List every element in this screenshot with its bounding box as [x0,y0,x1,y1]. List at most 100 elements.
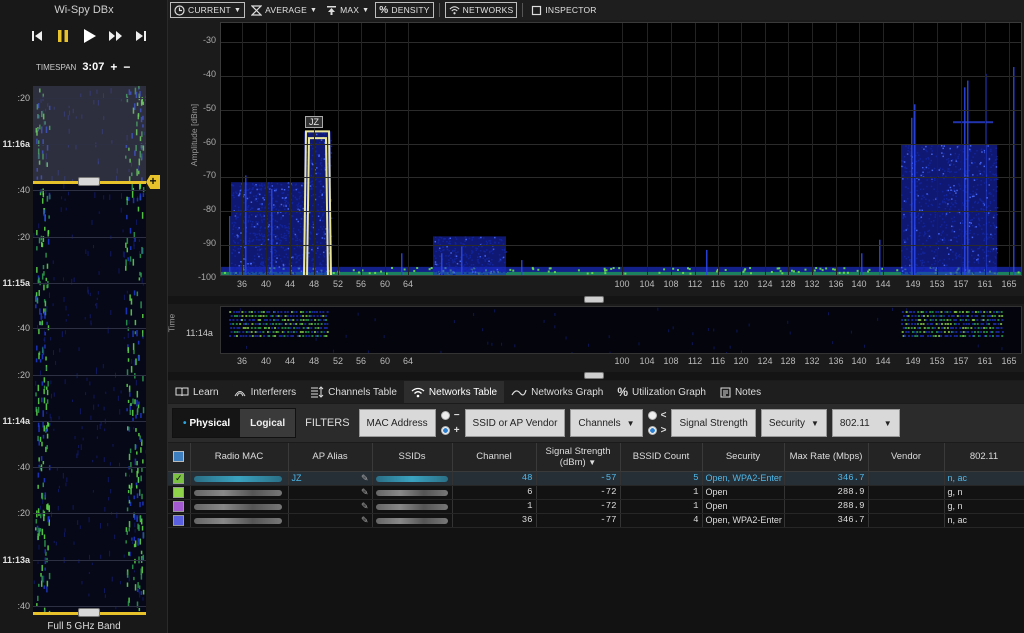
density-button[interactable]: % DENSITY [375,2,434,18]
select-all-checkbox[interactable] [168,443,191,472]
row-checkbox[interactable]: ✓ [168,471,191,486]
add-marker-button[interactable]: + [146,175,160,189]
mac-address-filter[interactable]: MAC Address [358,409,436,437]
waterfall-cell [955,331,958,333]
row-checkbox[interactable] [168,485,191,500]
density-point [969,232,971,235]
density-point [323,234,325,236]
redacted-mac [193,489,282,496]
timespan-decrease-button[interactable]: − [123,60,130,74]
waterfall-cell [935,323,938,325]
col-ssids[interactable]: SSIDs [372,443,453,472]
pencil-icon[interactable]: ✎ [361,515,369,526]
density-point [943,237,946,239]
density-point [448,242,450,245]
waterfall-cell [98,271,100,275]
col-channel[interactable]: Channel [452,443,537,472]
col-ap-alias[interactable]: AP Alias [288,443,373,472]
include-radio[interactable]: + [440,425,460,436]
less-than-radio[interactable]: < [647,410,666,421]
waterfall-cell [45,190,47,195]
checkbox-icon[interactable] [173,514,185,526]
cell-vendor [868,513,945,528]
signal-strength-filter[interactable]: Signal Strength [671,409,756,437]
waterfall-cell [988,335,991,337]
caret-down-icon[interactable]: ▼ [310,7,317,14]
tab-learn[interactable]: Learn [168,381,226,403]
col-max-rate[interactable]: Max Rate (Mbps) [784,443,869,472]
col-vendor[interactable]: Vendor [868,443,945,472]
density-point [320,157,323,160]
standard-dropdown[interactable]: 802.11 ▼ [831,409,900,437]
splitter-handle[interactable] [584,296,604,303]
caret-down-icon[interactable]: ▼ [234,7,241,14]
caret-down-icon[interactable]: ▼ [362,7,369,14]
logical-toggle[interactable]: Logical [240,409,296,437]
waterfall-cell [248,315,251,317]
col-bssid-count[interactable]: BSSID Count [620,443,703,472]
density-point [488,257,490,259]
physical-toggle[interactable]: • Physical [173,409,241,437]
waterfall-cell [46,321,48,325]
row-checkbox[interactable] [168,513,191,528]
pause-icon[interactable] [56,28,70,44]
tab-networks-table[interactable]: Networks Table [403,381,505,403]
pane-splitter[interactable] [168,296,1024,304]
pencil-icon[interactable]: ✎ [361,487,369,498]
ssid-vendor-filter[interactable]: SSID or AP Vendor [464,409,566,437]
greater-than-radio[interactable]: > [647,425,666,436]
col-security[interactable]: Security [702,443,785,472]
density-point [488,260,490,262]
exclude-radio[interactable]: − [440,410,460,421]
checkbox-icon[interactable] [173,486,185,498]
row-checkbox[interactable] [168,499,191,514]
table-row[interactable]: ✎ 36 -77 4 Open, WPA2-Enter 346.7 n, ac [168,513,1024,528]
skip-back-icon[interactable] [30,28,44,44]
tab-channels-table[interactable]: Channels Table [303,381,404,403]
spectrum-plot[interactable] [220,22,1022,276]
density-point [953,216,956,218]
marker-bottom-handle[interactable] [78,608,100,617]
tab-networks-graph[interactable]: Networks Graph [504,381,610,403]
table-row[interactable]: ✓ JZ ✎ 48 -57 5 Open, WPA2-Enter 346.7 n, ac [168,471,1024,486]
tab-notes[interactable]: Notes [713,381,768,403]
splitter-handle[interactable] [584,372,604,379]
density-point [946,158,948,161]
average-button[interactable]: AVERAGE ▼ [248,2,320,18]
col-standard[interactable]: 802.11 [944,443,1024,472]
tab-interferers[interactable]: Interferers [226,381,304,403]
density-point [934,179,936,182]
waterfall-cell [257,311,260,313]
skip-forward-icon[interactable] [134,28,148,44]
waterfall-plot[interactable] [220,306,1022,354]
security-dropdown[interactable]: Security ▼ [760,409,827,437]
density-point [320,266,322,268]
full-band-waterfall[interactable] [33,86,146,614]
checkbox-icon[interactable]: ✓ [173,472,185,484]
pane-splitter[interactable] [168,372,1024,380]
table-row[interactable]: ✎ 6 -72 1 Open 288.9 g, n [168,485,1024,500]
network-tag-jz[interactable]: JZ [305,116,323,129]
checkbox-icon[interactable] [173,500,185,512]
waterfall-cell [123,251,125,258]
inspector-button[interactable]: INSPECTOR [528,2,599,18]
density-point [505,251,508,253]
tab-utilization-graph[interactable]: % Utilization Graph [610,381,713,403]
pencil-icon[interactable]: ✎ [361,473,369,484]
marker-top-handle[interactable] [78,177,100,186]
channels-dropdown[interactable]: Channels ▼ [570,409,643,437]
fast-forward-icon[interactable] [108,28,122,44]
table-row[interactable]: ✎ 1 -72 1 Open 288.9 g, n [168,499,1024,514]
networks-button[interactable]: NETWORKS [444,2,518,18]
col-radio-mac[interactable]: Radio MAC [190,443,289,472]
timespan-increase-button[interactable]: + [110,60,117,74]
waterfall-cell [46,411,48,415]
current-button[interactable]: CURRENT ▼ [170,2,246,18]
pencil-icon[interactable]: ✎ [361,501,369,512]
waterfall-cell [45,356,47,361]
col-signal-strength[interactable]: Signal Strength (dBm) ▼ [536,443,621,472]
time-tick: 11:14a [186,328,213,338]
play-icon[interactable] [82,28,96,44]
gridline [33,467,146,468]
max-button[interactable]: MAX ▼ [323,2,372,18]
